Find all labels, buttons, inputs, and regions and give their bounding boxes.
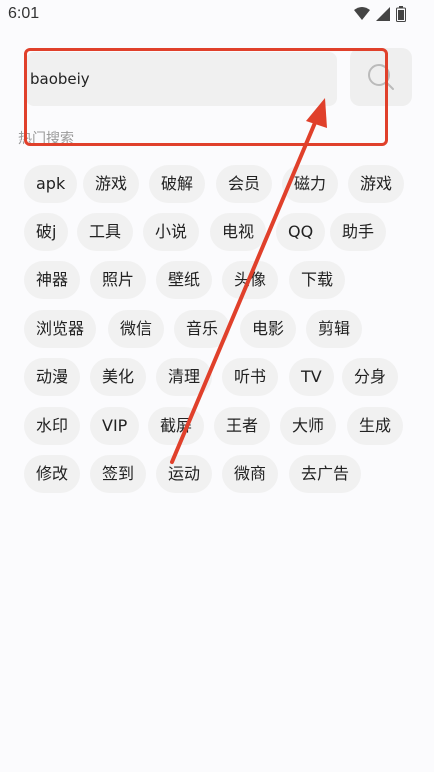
hot-search-tag[interactable]: 工具	[77, 213, 134, 251]
hot-search-tag[interactable]: 王者	[214, 407, 271, 445]
hot-search-tag[interactable]: 修改	[24, 455, 81, 493]
hot-search-tag[interactable]: 微商	[222, 455, 279, 493]
hot-search-tag[interactable]: 助手	[330, 213, 387, 251]
hot-search-tag[interactable]: 会员	[216, 165, 273, 203]
hot-search-tag[interactable]: 照片	[90, 261, 147, 299]
hot-search-tag[interactable]: 美化	[90, 358, 147, 396]
hot-search-tag[interactable]: apk	[24, 165, 78, 203]
hot-search-tag[interactable]: 小说	[143, 213, 200, 251]
hot-search-tag[interactable]: 去广告	[289, 455, 362, 493]
hot-search-tag[interactable]: 破解	[149, 165, 206, 203]
hot-search-tag[interactable]: 分身	[342, 358, 399, 396]
hot-search-tag[interactable]: 游戏	[83, 165, 140, 203]
hot-search-tag[interactable]: 音乐	[174, 310, 231, 348]
hot-search-tag[interactable]: 大师	[280, 407, 337, 445]
hot-search-tag[interactable]: 神器	[24, 261, 81, 299]
hot-search-tags: apk 游戏 破解 会员 磁力 游戏 破j 工具 小说 电视 QQ 助手 神器 照片 壁纸 头像 下载 浏览器 微信…	[0, 0, 434, 772]
hot-search-tag[interactable]: 磁力	[282, 165, 339, 203]
hot-search-tag[interactable]: VIP	[90, 407, 140, 445]
hot-search-tag[interactable]: 签到	[90, 455, 147, 493]
hot-search-tag[interactable]: 破j	[24, 213, 69, 251]
hot-search-tag[interactable]: 截屏	[148, 407, 205, 445]
hot-search-tag[interactable]: 剪辑	[306, 310, 363, 348]
hot-search-tag[interactable]: 下载	[289, 261, 346, 299]
hot-search-tag[interactable]: 动漫	[24, 358, 81, 396]
hot-search-tag[interactable]: QQ	[276, 213, 326, 251]
hot-search-tag[interactable]: 头像	[222, 261, 279, 299]
hot-search-tag[interactable]: 清理	[156, 358, 213, 396]
hot-search-tag[interactable]: 水印	[24, 407, 81, 445]
hot-search-tag[interactable]: 壁纸	[156, 261, 213, 299]
hot-search-tag[interactable]: 电影	[240, 310, 297, 348]
hot-search-tag[interactable]: 电视	[210, 213, 267, 251]
hot-search-tag[interactable]: 生成	[347, 407, 404, 445]
hot-search-tag[interactable]: 浏览器	[24, 310, 97, 348]
hot-search-tag[interactable]: TV	[289, 358, 334, 396]
hot-search-tag[interactable]: 微信	[108, 310, 165, 348]
hot-search-tag[interactable]: 游戏	[348, 165, 405, 203]
hot-search-tag[interactable]: 听书	[222, 358, 279, 396]
hot-search-tag[interactable]: 运动	[156, 455, 213, 493]
